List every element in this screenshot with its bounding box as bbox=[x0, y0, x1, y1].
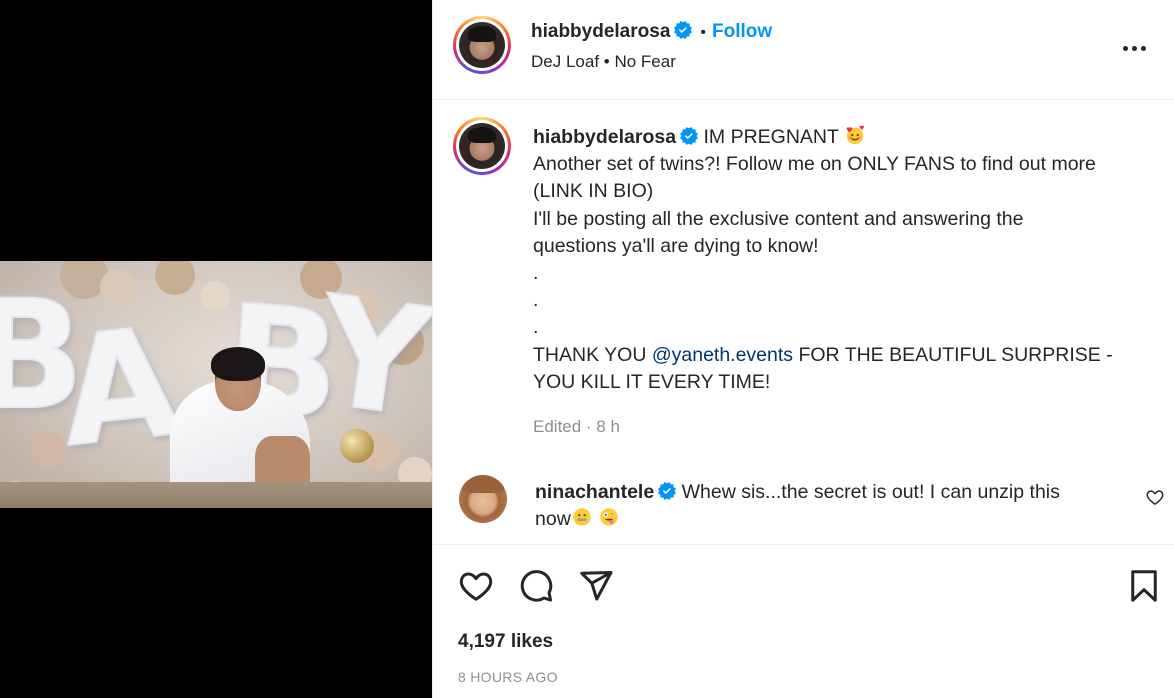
commenter-avatar[interactable] bbox=[459, 475, 507, 523]
separator-dot: • bbox=[700, 24, 706, 41]
share-paper-plane-icon[interactable] bbox=[578, 568, 614, 604]
woman-hair bbox=[211, 347, 265, 381]
more-options-icon[interactable] bbox=[1121, 38, 1149, 52]
caption-username[interactable]: hiabbydelarosa bbox=[533, 126, 676, 148]
post-timestamp[interactable]: 8 HOURS AGO bbox=[458, 669, 558, 685]
author-username[interactable]: hiabbydelarosa bbox=[531, 21, 670, 42]
zany-face-icon bbox=[600, 508, 618, 526]
balloon-letter-y: Y bbox=[307, 263, 432, 452]
follow-button[interactable]: Follow bbox=[712, 21, 772, 42]
caption-text: hiabbydelarosa IM PREGNANT Another set o… bbox=[533, 124, 1133, 396]
save-bookmark-icon[interactable] bbox=[1126, 568, 1162, 604]
caption-line-1: IM PREGNANT bbox=[703, 126, 839, 148]
edited-timestamp[interactable]: Edited · 8 h bbox=[533, 417, 620, 437]
comment-line-2: now bbox=[535, 508, 571, 531]
caption-thanks-suffix: FOR THE BEAUTIFUL SURPRISE - bbox=[793, 343, 1113, 366]
caption: hiabbydelarosa IM PREGNANT Another set o… bbox=[433, 101, 1174, 469]
caption-line-3: (LINK IN BIO) bbox=[533, 180, 654, 203]
likes-count[interactable]: 4,197 likes bbox=[458, 631, 553, 653]
like-heart-icon[interactable] bbox=[458, 568, 494, 604]
post-photo: B A B Y bbox=[0, 261, 432, 508]
comment-line-1: Whew sis...the secret is out! I can unzi… bbox=[681, 481, 1060, 503]
balloon-letter-a: A bbox=[52, 294, 188, 481]
verified-badge-icon bbox=[674, 21, 693, 39]
caption-thanks-prefix: THANK YOU bbox=[533, 343, 652, 366]
caption-line-4: I'll be posting all the exclusive conten… bbox=[533, 207, 1024, 230]
caption-dot-2: . bbox=[533, 289, 539, 312]
caption-line-5: questions ya'll are dying to know! bbox=[533, 234, 819, 257]
verified-badge-icon bbox=[658, 482, 677, 500]
post-header: hiabbydelarosa • Follow DeJ Loaf • No Fear bbox=[433, 0, 1174, 100]
mention-link[interactable]: @yaneth.events bbox=[652, 344, 793, 366]
comment-like-heart-icon[interactable] bbox=[1145, 487, 1165, 507]
balloon bbox=[200, 281, 230, 311]
commenter-username[interactable]: ninachantele bbox=[535, 481, 654, 503]
comment-text: ninachantele Whew sis...the secret is ou… bbox=[535, 479, 1115, 533]
caption-avatar[interactable] bbox=[453, 117, 511, 175]
post-media[interactable]: B A B Y bbox=[0, 0, 432, 698]
photo-floor bbox=[0, 482, 432, 508]
comment-item: ninachantele Whew sis...the secret is ou… bbox=[433, 469, 1174, 545]
caption-dot-3: . bbox=[533, 316, 539, 339]
caption-line-2: Another set of twins?! Follow me on ONLY… bbox=[533, 153, 1096, 176]
audio-track[interactable]: DeJ Loaf • No Fear bbox=[531, 52, 676, 72]
smiling-face-with-hearts-icon bbox=[846, 125, 864, 145]
comment-bubble-icon[interactable] bbox=[518, 568, 554, 604]
post-panel: hiabbydelarosa • Follow DeJ Loaf • No Fear… bbox=[432, 0, 1174, 698]
header-user-row: hiabbydelarosa • Follow bbox=[531, 21, 772, 43]
author-avatar[interactable] bbox=[453, 16, 511, 74]
zipper-mouth-face-icon bbox=[573, 508, 591, 526]
verified-badge-icon bbox=[680, 127, 699, 145]
caption-line-last: YOU KILL IT EVERY TIME! bbox=[533, 370, 771, 393]
action-bar bbox=[433, 560, 1174, 610]
caption-dot-1: . bbox=[533, 262, 539, 285]
